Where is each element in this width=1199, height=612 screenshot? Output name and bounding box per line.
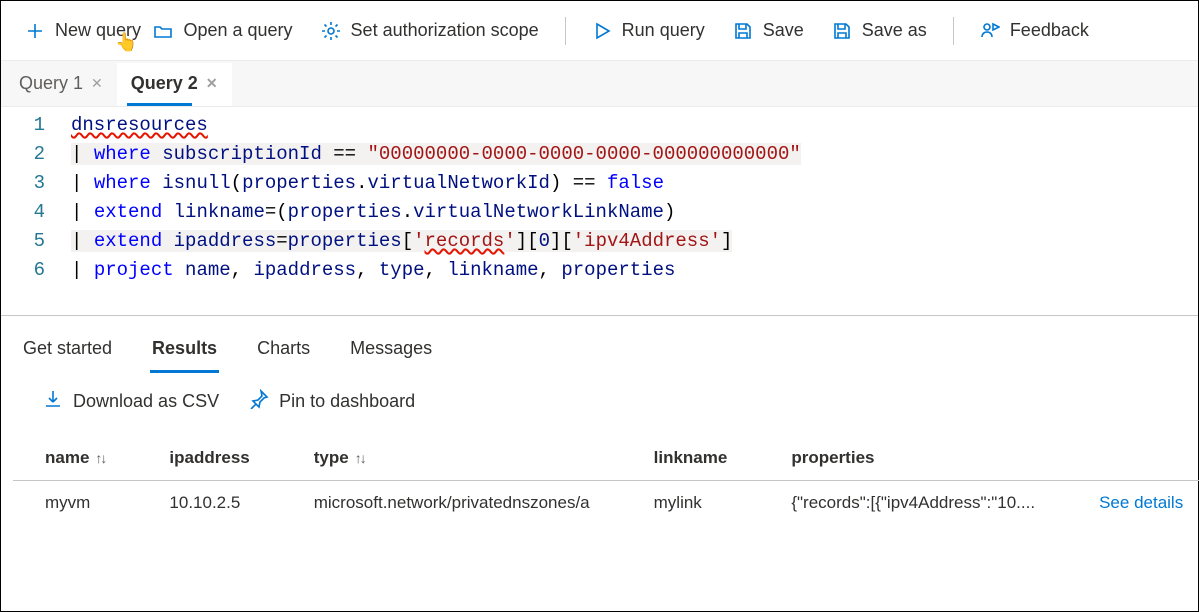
tab-results[interactable]: Results: [150, 332, 219, 373]
query-tab-row: Query 1 ✕ Query 2 ✕: [1, 61, 1198, 107]
col-ipaddress[interactable]: ipaddress: [137, 436, 281, 481]
sort-icon: ↑↓: [355, 450, 365, 466]
tab-query-1[interactable]: Query 1 ✕: [5, 63, 117, 106]
code-editor[interactable]: 123456 dnsresources| where subscriptionI…: [1, 107, 1198, 316]
tab-charts[interactable]: Charts: [255, 332, 312, 373]
save-icon: [733, 21, 753, 41]
auth-scope-button[interactable]: Set authorization scope: [309, 14, 551, 47]
cell-properties: {"records":[{"ipv4Address":"10....: [759, 481, 1067, 526]
code-area[interactable]: dnsresources| where subscriptionId == "0…: [71, 111, 1198, 285]
feedback-label: Feedback: [1010, 20, 1089, 41]
pin-icon: [249, 389, 269, 414]
see-details-link[interactable]: See details: [1067, 481, 1199, 526]
new-query-button[interactable]: New query: [13, 14, 153, 47]
new-query-label: New query: [55, 20, 141, 41]
line-gutter: 123456: [1, 111, 71, 285]
line-number: 3: [1, 169, 45, 198]
run-query-button[interactable]: Run query: [580, 14, 717, 47]
open-query-button[interactable]: Open a query: [141, 14, 304, 47]
col-details: [1067, 436, 1199, 481]
open-query-label: Open a query: [183, 20, 292, 41]
feedback-icon: [980, 21, 1000, 41]
result-actions: Download as CSV Pin to dashboard: [1, 373, 1198, 436]
tab-label: Query 2: [131, 73, 198, 94]
toolbar-separator: [565, 17, 566, 45]
plus-icon: [25, 21, 45, 41]
cell-name: myvm: [13, 481, 137, 526]
toolbar-separator: [953, 17, 954, 45]
pin-dashboard-label: Pin to dashboard: [279, 391, 415, 412]
col-type[interactable]: type↑↓: [282, 436, 622, 481]
line-number: 4: [1, 198, 45, 227]
line-number: 2: [1, 140, 45, 169]
close-icon[interactable]: ✕: [91, 75, 103, 92]
cell-linkname: mylink: [622, 481, 760, 526]
results-table: name↑↓ ipaddress type↑↓ linkname propert…: [13, 436, 1199, 525]
code-line[interactable]: | extend ipaddress=properties['records']…: [71, 227, 1198, 256]
col-name[interactable]: name↑↓: [13, 436, 137, 481]
auth-scope-label: Set authorization scope: [351, 20, 539, 41]
sort-icon: ↑↓: [95, 450, 105, 466]
table-header-row: name↑↓ ipaddress type↑↓ linkname propert…: [13, 436, 1199, 481]
line-number: 5: [1, 227, 45, 256]
line-number: 1: [1, 111, 45, 140]
gear-icon: [321, 21, 341, 41]
close-icon[interactable]: ✕: [206, 75, 218, 92]
col-properties[interactable]: properties: [759, 436, 1067, 481]
col-linkname[interactable]: linkname: [622, 436, 760, 481]
feedback-button[interactable]: Feedback: [968, 14, 1101, 47]
toolbar: New query 👆 Open a query Set authorizati…: [1, 1, 1198, 61]
pin-dashboard-button[interactable]: Pin to dashboard: [249, 389, 415, 414]
code-line[interactable]: | where subscriptionId == "00000000-0000…: [71, 140, 1198, 169]
cell-type: microsoft.network/privatednszones/a: [282, 481, 622, 526]
code-line[interactable]: dnsresources: [71, 111, 1198, 140]
play-icon: [592, 21, 612, 41]
download-csv-label: Download as CSV: [73, 391, 219, 412]
tab-get-started[interactable]: Get started: [21, 332, 114, 373]
table-row[interactable]: myvm10.10.2.5microsoft.network/privatedn…: [13, 481, 1199, 526]
save-label: Save: [763, 20, 804, 41]
download-icon: [43, 389, 63, 414]
run-query-label: Run query: [622, 20, 705, 41]
code-line[interactable]: | project name, ipaddress, type, linknam…: [71, 256, 1198, 285]
tab-messages[interactable]: Messages: [348, 332, 434, 373]
tab-label: Query 1: [19, 73, 83, 94]
save-as-icon: [832, 21, 852, 41]
result-tab-row: Get started Results Charts Messages: [1, 316, 1198, 373]
code-line[interactable]: | where isnull(properties.virtualNetwork…: [71, 169, 1198, 198]
tab-query-2[interactable]: Query 2 ✕: [117, 63, 232, 106]
line-number: 6: [1, 256, 45, 285]
save-as-label: Save as: [862, 20, 927, 41]
download-csv-button[interactable]: Download as CSV: [43, 389, 219, 414]
save-as-button[interactable]: Save as: [820, 14, 939, 47]
cell-ipaddress: 10.10.2.5: [137, 481, 281, 526]
save-button[interactable]: Save: [721, 14, 816, 47]
code-line[interactable]: | extend linkname=(properties.virtualNet…: [71, 198, 1198, 227]
folder-open-icon: [153, 21, 173, 41]
